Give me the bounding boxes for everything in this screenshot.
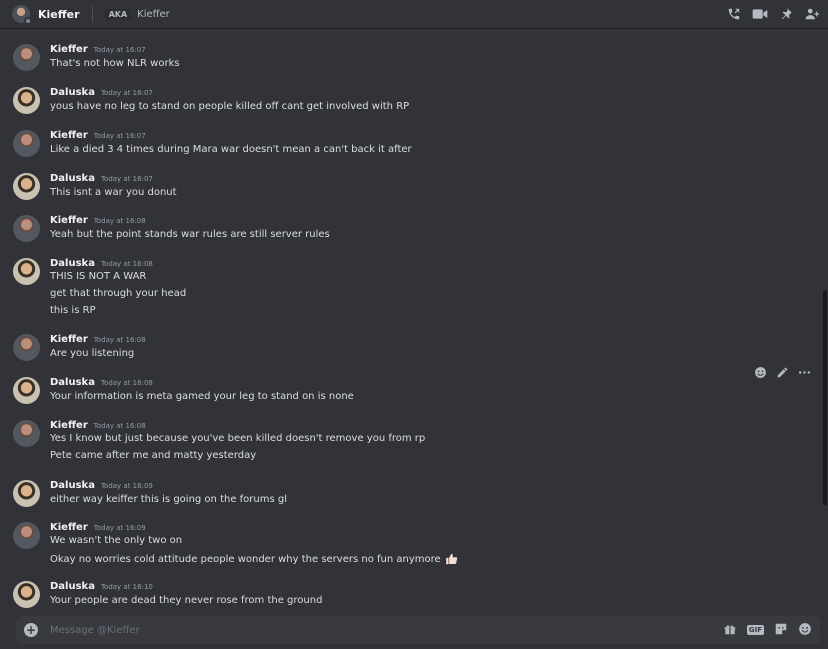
message-timestamp: Today at 16:10 — [100, 583, 153, 591]
message-text: yous have no leg to stand on people kill… — [50, 101, 410, 112]
message-timestamp: Today at 16:09 — [100, 482, 153, 490]
pin-icon[interactable] — [778, 6, 794, 22]
message-author[interactable]: Kieffer — [50, 130, 88, 141]
message-hover-toolbar — [749, 363, 815, 383]
message-text: Yes I know but just because you've been … — [50, 433, 426, 444]
message-author[interactable]: Daluska — [50, 258, 95, 269]
message-timestamp: Today at 16:07 — [93, 46, 146, 54]
aka-badge: AKA — [104, 8, 132, 20]
message-timestamp: Today at 16:08 — [93, 422, 146, 430]
sticker-icon[interactable] — [774, 621, 788, 640]
gif-icon[interactable]: GIF — [746, 625, 764, 635]
message-author[interactable]: Kieffer — [50, 522, 88, 533]
message-text: Your people are dead they never rose fro… — [50, 595, 323, 606]
message-text: THIS IS NOT A WAR — [50, 271, 147, 282]
plus-icon[interactable]: + — [24, 623, 38, 637]
aka-name: Kieffer — [137, 8, 170, 20]
video-call-icon[interactable] — [752, 6, 768, 22]
dm-name[interactable]: Kieffer — [38, 8, 80, 21]
message-timestamp: Today at 16:08 — [93, 217, 146, 225]
message-text: We wasn't the only two on — [50, 535, 183, 546]
message-author[interactable]: Daluska — [50, 480, 95, 491]
message-timestamp: Today at 16:09 — [93, 524, 146, 532]
avatar[interactable] — [13, 130, 40, 157]
message-text: That's not how NLR works — [50, 58, 180, 69]
avatar[interactable] — [13, 480, 40, 507]
avatar[interactable] — [13, 258, 40, 285]
emoji-icon[interactable] — [798, 621, 812, 640]
message-author[interactable]: Kieffer — [50, 44, 88, 55]
message-timestamp: Today at 16:08 — [100, 379, 153, 387]
message-list[interactable]: Kieffer Today at 16:07 That's not how NLR… — [0, 30, 828, 614]
message-author[interactable]: Kieffer — [50, 334, 88, 345]
message-input[interactable]: Message @Kieffer — [50, 625, 140, 636]
avatar[interactable] — [13, 377, 40, 404]
message-timestamp: Today at 16:08 — [100, 260, 153, 268]
edit-icon[interactable] — [776, 364, 789, 383]
message-text: Are you listening — [50, 348, 135, 359]
message-text-with-emoji: Okay no worries cold attitude people won… — [50, 552, 459, 566]
add-reaction-icon[interactable] — [754, 364, 767, 383]
message-text: Your information is meta gamed your leg … — [50, 391, 354, 402]
avatar[interactable] — [12, 5, 32, 25]
message-author[interactable]: Daluska — [50, 581, 95, 592]
thumbs-up-emoji-icon — [445, 553, 457, 565]
header-divider — [91, 6, 93, 22]
phone-call-icon[interactable] — [726, 6, 742, 22]
header-toolbar — [726, 6, 820, 22]
message-timestamp: Today at 16:08 — [93, 336, 146, 344]
avatar[interactable] — [13, 215, 40, 242]
message-text: Yeah but the point stands war rules are … — [50, 229, 330, 240]
gift-icon[interactable] — [723, 621, 737, 640]
message-author[interactable]: Daluska — [50, 87, 95, 98]
avatar[interactable] — [13, 44, 40, 71]
message-author[interactable]: Kieffer — [50, 215, 88, 226]
avatar[interactable] — [13, 581, 40, 608]
scrollbar[interactable] — [823, 290, 827, 505]
message-composer: + Message @Kieffer GIF — [16, 616, 820, 644]
message-timestamp: Today at 16:07 — [100, 175, 153, 183]
message-text: this is RP — [50, 305, 96, 316]
message-text: This isnt a war you donut — [50, 187, 177, 198]
more-icon[interactable] — [798, 364, 811, 383]
status-indicator — [24, 17, 32, 25]
message-author[interactable]: Daluska — [50, 173, 95, 184]
channel-header: Kieffer AKA Kieffer — [0, 0, 828, 29]
avatar[interactable] — [13, 87, 40, 114]
avatar[interactable] — [13, 334, 40, 361]
message-timestamp: Today at 16:07 — [100, 89, 153, 97]
message-text: Okay no worries cold attitude people won… — [50, 554, 441, 565]
message-text: Pete came after me and matty yesterday — [50, 450, 257, 461]
avatar[interactable] — [13, 173, 40, 200]
avatar[interactable] — [13, 420, 40, 447]
add-friend-icon[interactable] — [804, 6, 820, 22]
message-text: get that through your head — [50, 288, 187, 299]
message-timestamp: Today at 16:07 — [93, 132, 146, 140]
composer-toolbar: GIF — [723, 621, 812, 640]
message-text: either way keiffer this is going on the … — [50, 494, 288, 505]
message-author[interactable]: Daluska — [50, 377, 95, 388]
message-author[interactable]: Kieffer — [50, 420, 88, 431]
avatar[interactable] — [13, 522, 40, 549]
message-text: Like a died 3 4 times during Mara war do… — [50, 144, 412, 155]
